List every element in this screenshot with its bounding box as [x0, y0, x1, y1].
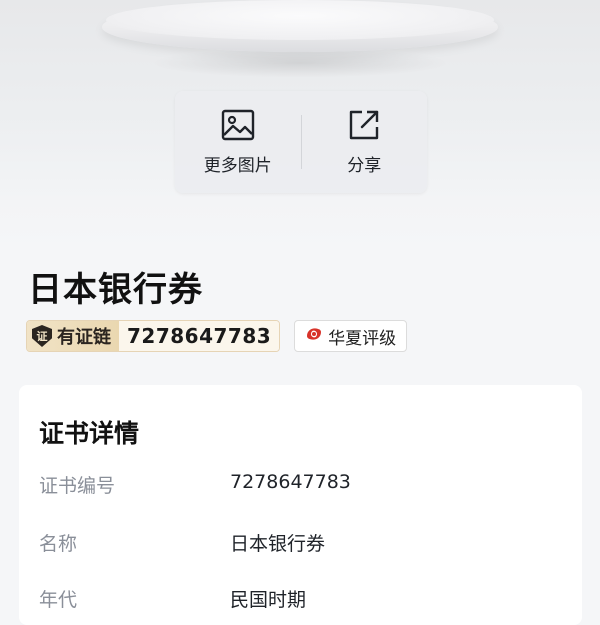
details-heading: 证书详情 [39, 419, 140, 448]
product-display-stage: 更多图片 分享 [0, 0, 600, 250]
detail-value: 7278647783 [230, 471, 351, 493]
huaxia-grading-badge[interactable]: 华夏评级 [294, 320, 408, 352]
chain-badge-label-section: 证 有证链 [27, 321, 119, 351]
certificate-chain-badge[interactable]: 证 有证链 7278647783 [26, 320, 281, 352]
item-title: 日本银行券 [28, 270, 203, 310]
detail-key: 证书编号 [39, 475, 116, 497]
more-images-label: 更多图片 [203, 155, 272, 176]
share-button[interactable]: 分享 [302, 91, 428, 193]
more-images-button[interactable]: 更多图片 [175, 91, 301, 193]
media-action-panel: 更多图片 分享 [175, 91, 427, 193]
chain-badge-number: 7278647783 [119, 321, 280, 351]
huaxia-grading-label: 华夏评级 [328, 328, 397, 349]
shield-icon: 证 [32, 325, 52, 347]
share-icon [348, 109, 380, 141]
detail-key: 年代 [39, 589, 78, 611]
detail-key: 名称 [39, 533, 78, 555]
pedestal-shadow [150, 48, 450, 78]
detail-value: 民国时期 [230, 589, 307, 611]
display-pedestal-top [106, 0, 494, 40]
image-icon [221, 109, 255, 141]
certificate-details-card: 证书详情 证书编号 7278647783 名称 日本银行券 年代 民国时期 [19, 385, 582, 625]
chain-badge-name: 有证链 [57, 327, 111, 348]
item-tags: 证 有证链 7278647783 华夏评级 [26, 320, 408, 352]
detail-value: 日本银行券 [230, 533, 326, 555]
share-label: 分享 [347, 155, 382, 176]
huaxia-logo-icon [305, 325, 323, 347]
